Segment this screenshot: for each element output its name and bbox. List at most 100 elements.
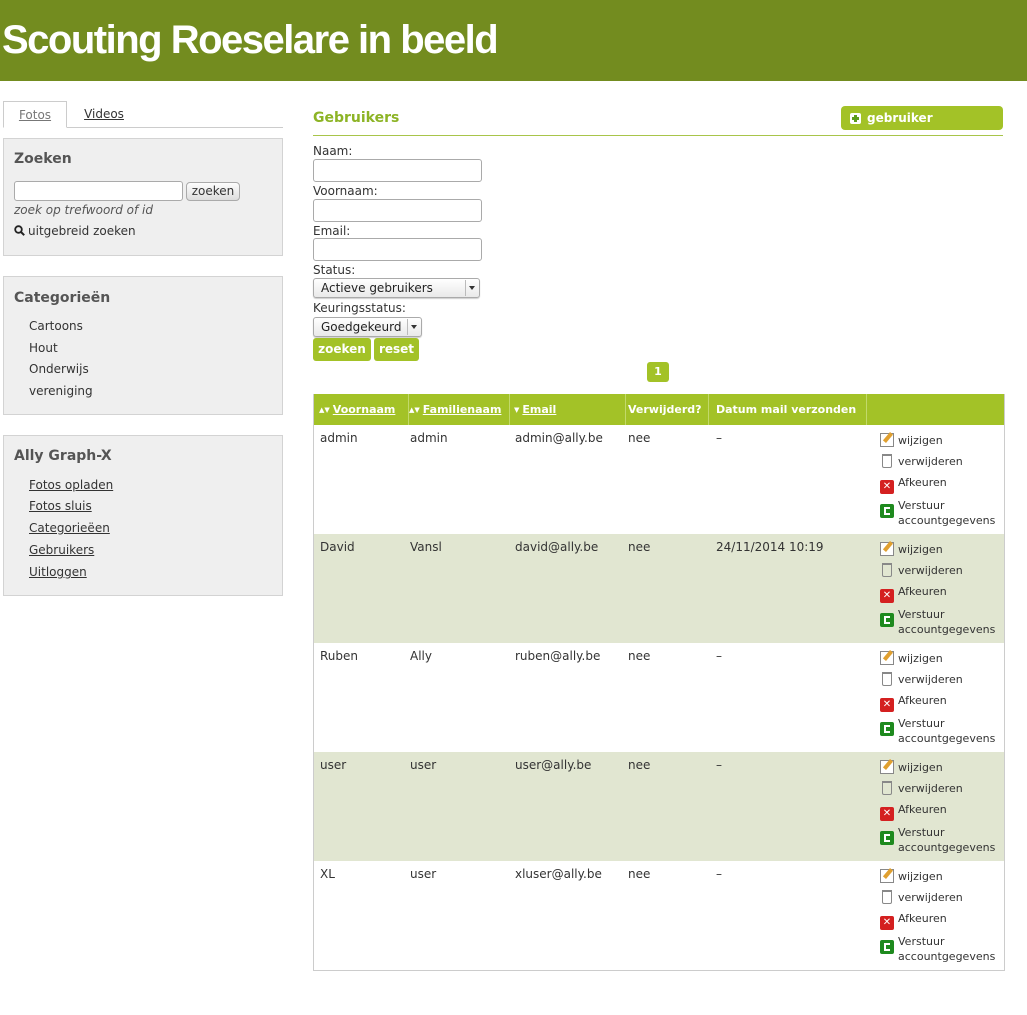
delete-action-label: verwijderen (898, 673, 963, 686)
category-item[interactable]: Cartoons (29, 319, 83, 333)
reject-action[interactable]: ✕ Afkeuren (880, 476, 947, 494)
admin-link-fotos-opladen[interactable]: Fotos opladen (29, 478, 113, 492)
table-header: ▲▼ Voornaam ▲▼ Familienaam ▼ Email Verwijde… (314, 394, 1004, 425)
email-field[interactable] (313, 238, 482, 261)
column-header-familienaam[interactable]: ▲▼ Familienaam (409, 394, 510, 425)
pagination-page-1[interactable]: 1 (647, 362, 669, 382)
advanced-search-link[interactable]: uitgebreid zoeken (14, 224, 136, 238)
send-account-action[interactable]: Verstuur accountgegevens (880, 716, 995, 746)
filter-search-button[interactable]: zoeken (313, 338, 371, 361)
trash-icon (882, 672, 892, 686)
reject-action[interactable]: ✕ Afkeuren (880, 803, 947, 821)
delete-action[interactable]: verwijderen (880, 781, 963, 795)
category-item[interactable]: Hout (29, 341, 58, 355)
edit-action[interactable]: wijzigen (880, 542, 943, 556)
reject-action[interactable]: ✕ Afkeuren (880, 585, 947, 603)
share-icon (880, 722, 894, 736)
edit-action[interactable]: wijzigen (880, 433, 943, 447)
reject-icon: ✕ (880, 480, 894, 494)
chevron-down-icon (407, 319, 420, 335)
edit-action[interactable]: wijzigen (880, 651, 943, 665)
search-input[interactable] (14, 181, 183, 201)
send-account-action[interactable]: Verstuur accountgegevens (880, 934, 995, 964)
delete-action-label: verwijderen (898, 782, 963, 795)
reject-icon: ✕ (880, 589, 894, 603)
send-account-label-line1: Verstuur (898, 608, 945, 621)
edit-action[interactable]: wijzigen (880, 869, 943, 883)
send-account-action[interactable]: Verstuur accountgegevens (880, 825, 995, 855)
send-account-label-line1: Verstuur (898, 826, 945, 839)
column-header-voornaam[interactable]: ▲▼ Voornaam (314, 394, 409, 425)
title-divider (313, 135, 1003, 136)
cell-familienaam: admin (410, 431, 448, 445)
reject-icon: ✕ (880, 916, 894, 930)
admin-link-categorieen[interactable]: Categorieëen (29, 521, 110, 535)
cell-email: admin@ally.be (515, 431, 603, 445)
send-account-action[interactable]: Verstuur accountgegevens (880, 498, 995, 528)
site-title[interactable]: Scouting Roeselare in beeld (2, 14, 499, 66)
reject-action[interactable]: ✕ Afkeuren (880, 694, 947, 712)
sort-desc-icon: ▼ (514, 406, 520, 414)
search-button[interactable]: zoeken (186, 182, 240, 201)
status-select[interactable]: Actieve gebruikers (313, 278, 480, 298)
column-header-email[interactable]: ▼ Email (510, 394, 626, 425)
edit-action-label: wijzigen (898, 434, 943, 447)
tab-videos[interactable]: Videos (75, 101, 133, 126)
delete-action[interactable]: verwijderen (880, 890, 963, 904)
delete-action-label: verwijderen (898, 564, 963, 577)
media-tabs: Fotos Videos (3, 101, 283, 128)
admin-panel: Ally Graph-X Fotos opladen Fotos sluis C… (3, 435, 283, 596)
edit-action[interactable]: wijzigen (880, 760, 943, 774)
category-item[interactable]: vereniging (29, 384, 93, 398)
category-item[interactable]: Onderwijs (29, 362, 89, 376)
edit-action-label: wijzigen (898, 652, 943, 665)
sort-voornaam-link[interactable]: Voornaam (333, 403, 396, 416)
cell-verwijderd: nee (628, 540, 651, 554)
admin-link-fotos-sluis[interactable]: Fotos sluis (29, 499, 92, 513)
plus-icon (850, 113, 861, 124)
cell-email: ruben@ally.be (515, 649, 601, 663)
send-account-action[interactable]: Verstuur accountgegevens (880, 607, 995, 637)
filter-reset-button[interactable]: reset (374, 338, 419, 361)
share-icon (880, 613, 894, 627)
categories-panel: Categorieën Cartoons Hout Onderwijs vere… (3, 276, 283, 415)
reject-icon: ✕ (880, 807, 894, 821)
reject-action-label: Afkeuren (898, 476, 947, 489)
sort-icon: ▲▼ (409, 406, 420, 414)
delete-action[interactable]: verwijderen (880, 672, 963, 686)
add-user-button[interactable]: gebruiker toevoegen (841, 106, 1003, 149)
send-account-label: Verstuur accountgegevens (898, 716, 995, 746)
chevron-down-icon (465, 280, 478, 296)
search-panel: Zoeken zoeken zoek op trefwoord of id ui… (3, 138, 283, 256)
pencil-icon (880, 869, 894, 883)
cell-email: xluser@ally.be (515, 867, 602, 881)
sort-email-link[interactable]: Email (522, 403, 556, 416)
sort-familienaam-link[interactable]: Familienaam (423, 403, 502, 416)
send-account-label: Verstuur accountgegevens (898, 934, 995, 964)
table-row: David Vansl david@ally.be nee 24/11/2014 10:… (314, 534, 1004, 643)
cell-voornaam: David (320, 540, 355, 554)
pencil-icon (880, 760, 894, 774)
keuringsstatus-select[interactable]: Goedgekeurd (313, 317, 422, 337)
admin-link-gebruikers[interactable]: Gebruikers (29, 543, 94, 557)
send-account-label-line2: accountgegevens (898, 623, 996, 636)
add-user-label: gebruiker toevoegen (867, 111, 939, 149)
cell-familienaam: user (410, 867, 437, 881)
naam-field[interactable] (313, 159, 482, 182)
voornaam-field[interactable] (313, 199, 482, 222)
edit-action-label: wijzigen (898, 543, 943, 556)
cell-familienaam: Ally (410, 649, 432, 663)
delete-action[interactable]: verwijderen (880, 563, 963, 577)
table-row: user user user@ally.be nee – wijzigen verwijde… (314, 752, 1004, 861)
send-account-label-line2: accountgegevens (898, 514, 996, 527)
delete-action-label: verwijderen (898, 891, 963, 904)
sort-icon: ▲▼ (319, 406, 330, 414)
search-hint: zoek op trefwoord of id (14, 203, 154, 217)
delete-action[interactable]: verwijderen (880, 454, 963, 468)
admin-link-uitloggen[interactable]: Uitloggen (29, 565, 87, 579)
send-account-label-line2: accountgegevens (898, 950, 996, 963)
reject-action[interactable]: ✕ Afkeuren (880, 912, 947, 930)
tab-fotos[interactable]: Fotos (3, 101, 67, 128)
trash-icon (882, 454, 892, 468)
voornaam-label: Voornaam: (313, 184, 378, 198)
